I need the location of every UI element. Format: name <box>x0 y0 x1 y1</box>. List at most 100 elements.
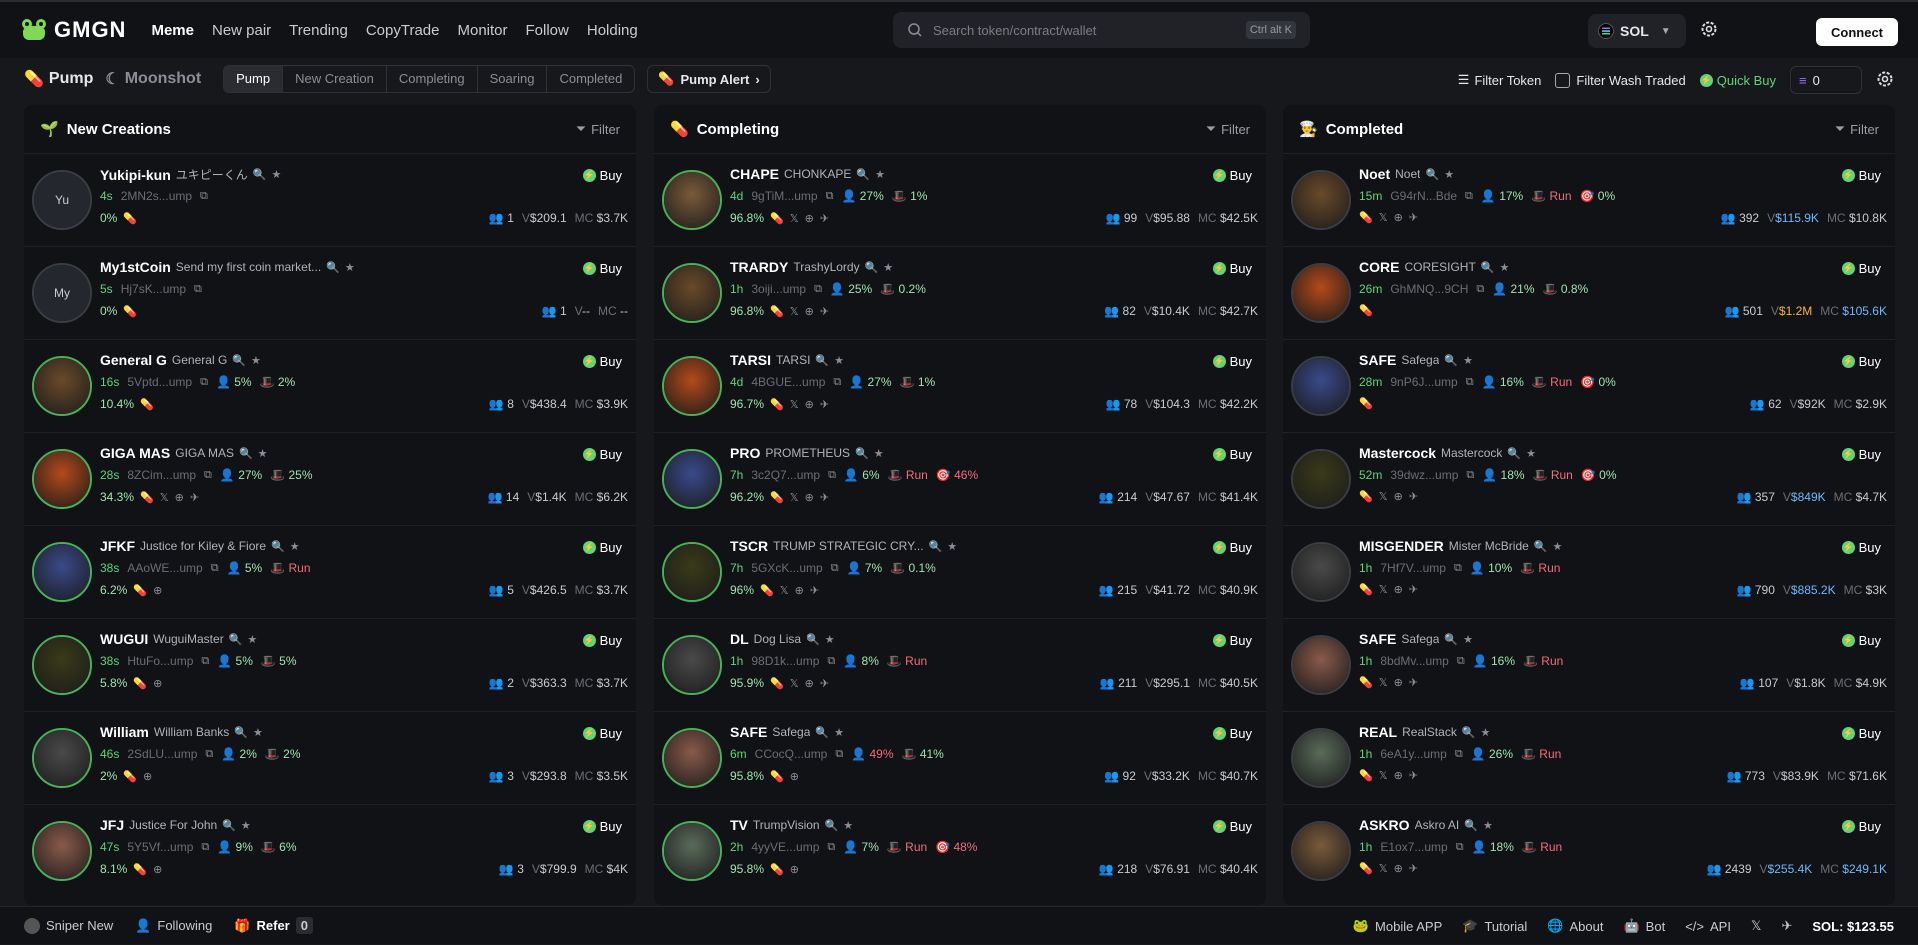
buy-button[interactable]: ⚡ Buy <box>1212 354 1252 369</box>
search-icon[interactable]: 🔍 <box>815 354 829 367</box>
token-address[interactable]: GhMNQ...9CH <box>1390 282 1468 296</box>
star-icon[interactable]: ★ <box>834 726 844 739</box>
copy-icon[interactable]: ⧉ <box>1457 655 1465 668</box>
token-symbol[interactable]: JFJ <box>100 817 124 833</box>
buy-button[interactable]: ⚡ Buy <box>1212 540 1252 555</box>
nav-meme[interactable]: Meme <box>142 22 203 39</box>
search-icon[interactable]: 🔍 <box>825 819 839 832</box>
token-symbol[interactable]: William <box>100 724 149 740</box>
buy-button[interactable]: ⚡ Buy <box>582 447 622 462</box>
star-icon[interactable]: ★ <box>834 354 844 367</box>
search-icon[interactable]: 🔍 <box>1507 447 1521 460</box>
website-globe-icon[interactable]: ⊕ <box>1394 583 1403 596</box>
search-box[interactable]: Ctrl alt K <box>893 12 1310 48</box>
quick-buy-settings-icon[interactable] <box>1876 70 1894 91</box>
telegram-icon[interactable]: ✈ <box>1409 862 1418 875</box>
search-icon[interactable]: 🔍 <box>855 447 869 460</box>
token-address[interactable]: 4yyVE...ump <box>751 840 819 854</box>
search-icon[interactable]: 🔍 <box>1425 168 1439 181</box>
search-icon[interactable]: 🔍 <box>1464 819 1478 832</box>
star-icon[interactable]: ★ <box>1463 354 1473 367</box>
star-icon[interactable]: ★ <box>253 726 263 739</box>
buy-button[interactable]: ⚡ Buy <box>1212 447 1252 462</box>
connect-button[interactable]: Connect <box>1816 18 1898 46</box>
token-row[interactable]: CORE CORESIGHT 🔍 ★ 26m GhMNQ...9CH ⧉ 👤 21% 🎩 0.8… <box>1283 246 1895 339</box>
quick-buy-amount[interactable]: ≡ 0 <box>1790 66 1862 94</box>
x-twitter-icon[interactable]: 𝕏 <box>790 305 799 318</box>
x-twitter-icon[interactable]: 𝕏 <box>790 491 799 504</box>
token-row[interactable]: SAFE Safega 🔍 ★ 28m 9nP6J...ump ⧉ 👤 16% 🎩 Run 🎯 0… <box>1283 339 1895 432</box>
tab-pump[interactable]: Pump <box>224 66 284 92</box>
x-twitter-icon[interactable]: 𝕏 <box>790 398 799 411</box>
token-avatar[interactable] <box>662 821 722 881</box>
search-icon[interactable]: 🔍 <box>271 540 285 553</box>
filter-token-button[interactable]: ☰ Filter Token <box>1458 72 1542 88</box>
copy-icon[interactable]: ⧉ <box>831 562 839 575</box>
token-address[interactable]: 8ZCim...ump <box>127 468 196 482</box>
bot-link[interactable]: 🤖 Bot <box>1623 918 1665 934</box>
token-address[interactable]: 6eA1y...ump <box>1380 747 1446 761</box>
search-icon[interactable]: 🔍 <box>1481 261 1495 274</box>
token-avatar[interactable] <box>32 821 92 881</box>
token-address[interactable]: CCocQ...ump <box>755 747 828 761</box>
star-icon[interactable]: ★ <box>290 540 300 553</box>
website-globe-icon[interactable]: ⊕ <box>1394 676 1403 689</box>
token-address[interactable]: 5Vptd...ump <box>127 375 192 389</box>
mobile-app-link[interactable]: 🐸 Mobile APP <box>1353 918 1442 934</box>
token-avatar[interactable] <box>1291 821 1351 881</box>
star-icon[interactable]: ★ <box>874 447 884 460</box>
about-link[interactable]: 🌐 About <box>1547 918 1603 934</box>
website-globe-icon[interactable]: ⊕ <box>790 770 799 783</box>
token-row[interactable]: My My1stCoin Send my first coin market... 🔍… <box>24 246 636 339</box>
telegram-icon[interactable]: ✈ <box>190 491 199 504</box>
buy-button[interactable]: ⚡ Buy <box>582 168 622 183</box>
website-globe-icon[interactable]: ⊕ <box>153 677 162 690</box>
copy-icon[interactable]: ⧉ <box>1456 841 1464 854</box>
search-icon[interactable]: 🔍 <box>239 447 253 460</box>
tab-new-creation[interactable]: New Creation <box>283 66 387 92</box>
search-icon[interactable]: 🔍 <box>222 819 236 832</box>
x-twitter-icon[interactable]: 𝕏 <box>780 584 789 597</box>
copy-icon[interactable]: ⧉ <box>1476 283 1484 296</box>
buy-button[interactable]: ⚡ Buy <box>582 819 622 834</box>
token-avatar[interactable] <box>1291 449 1351 509</box>
website-globe-icon[interactable]: ⊕ <box>143 770 152 783</box>
token-avatar[interactable] <box>662 728 722 788</box>
token-avatar[interactable] <box>662 635 722 695</box>
copy-icon[interactable]: ⧉ <box>827 841 835 854</box>
x-twitter-icon[interactable]: 𝕏 <box>790 212 799 225</box>
token-symbol[interactable]: SAFE <box>730 724 767 740</box>
token-row[interactable]: Mastercock Mastercock 🔍 ★ 52m 39dwz...ump ⧉ 👤 1… <box>1283 432 1895 525</box>
token-row[interactable]: General G General G 🔍 ★ 16s 5Vptd...ump ⧉ 👤 5% 🎩… <box>24 339 636 432</box>
search-icon[interactable]: 🔍 <box>856 168 870 181</box>
brand-pump[interactable]: 💊 Pump <box>24 69 93 89</box>
star-icon[interactable]: ★ <box>247 633 257 646</box>
token-avatar[interactable] <box>662 263 722 323</box>
telegram-icon[interactable]: ✈ <box>820 677 829 690</box>
search-icon[interactable]: 🔍 <box>1444 633 1458 646</box>
buy-button[interactable]: ⚡ Buy <box>1841 726 1881 741</box>
token-symbol[interactable]: General G <box>100 352 167 368</box>
copy-icon[interactable]: ⧉ <box>204 469 212 482</box>
wash-traded-toggle[interactable]: Filter Wash Traded <box>1555 72 1686 88</box>
token-address[interactable]: 5GXcK...ump <box>751 561 822 575</box>
star-icon[interactable]: ★ <box>1463 633 1473 646</box>
star-icon[interactable]: ★ <box>272 168 282 181</box>
token-address[interactable]: 2SdLU...ump <box>127 747 197 761</box>
star-icon[interactable]: ★ <box>1553 540 1563 553</box>
token-symbol[interactable]: My1stCoin <box>100 259 171 275</box>
token-address[interactable]: 2MN2s...ump <box>121 189 192 203</box>
token-row[interactable]: PRO PROMETHEUS 🔍 ★ 7h 3c2Q7...ump ⧉ 👤 6% 🎩 Run 🎯 … <box>654 432 1266 525</box>
website-globe-icon[interactable]: ⊕ <box>805 398 814 411</box>
token-symbol[interactable]: REAL <box>1359 724 1397 740</box>
token-avatar[interactable] <box>662 449 722 509</box>
x-twitter-icon[interactable]: 𝕏 <box>1379 676 1388 689</box>
token-symbol[interactable]: MISGENDER <box>1359 538 1444 554</box>
buy-button[interactable]: ⚡ Buy <box>1212 261 1252 276</box>
search-icon[interactable]: 🔍 <box>232 354 246 367</box>
star-icon[interactable]: ★ <box>1526 447 1536 460</box>
copy-icon[interactable]: ⧉ <box>826 190 834 203</box>
nav-copytrade[interactable]: CopyTrade <box>357 22 449 39</box>
token-row[interactable]: TV TrumpVision 🔍 ★ 2h 4yyVE...ump ⧉ 👤 7% 🎩 Run 🎯 … <box>654 804 1266 897</box>
search-icon[interactable]: 🔍 <box>1444 354 1458 367</box>
